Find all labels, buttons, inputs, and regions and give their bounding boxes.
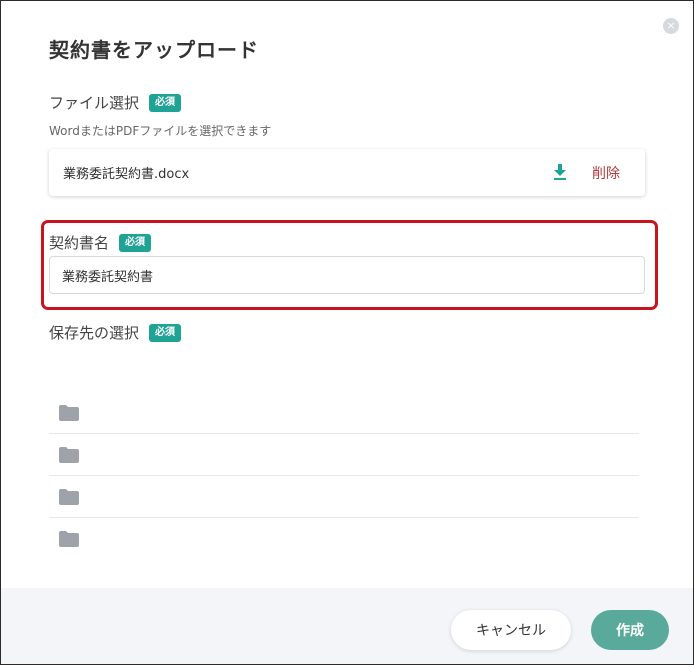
folder-icon xyxy=(59,447,79,463)
selected-file-card: 業務委託契約書.docx 削除 xyxy=(49,149,645,196)
download-icon[interactable] xyxy=(553,164,567,180)
folder-item[interactable] xyxy=(49,476,639,518)
folder-item[interactable] xyxy=(49,392,639,434)
file-select-label-row: ファイル選択 必須 xyxy=(49,92,182,113)
required-badge: 必須 xyxy=(149,93,182,112)
file-select-label: ファイル選択 xyxy=(49,94,140,112)
dialog-footer xyxy=(1,588,693,664)
folder-icon xyxy=(59,531,79,547)
cancel-button[interactable]: キャンセル xyxy=(451,610,571,650)
folder-icon xyxy=(59,405,79,421)
dialog-title: 契約書をアップロード xyxy=(49,38,259,62)
file-select-hint: WordまたはPDFファイルを選択できます xyxy=(49,124,272,138)
required-badge: 必須 xyxy=(149,323,182,342)
folder-icon xyxy=(59,489,79,505)
create-button[interactable]: 作成 xyxy=(591,610,669,650)
delete-file-button[interactable]: 削除 xyxy=(592,163,620,183)
required-badge: 必須 xyxy=(119,233,152,252)
destination-label-row: 保存先の選択 必須 xyxy=(49,322,182,343)
folder-item[interactable] xyxy=(49,434,639,476)
contract-name-label-row: 契約書名 必須 xyxy=(49,232,152,253)
upload-dialog: × 契約書をアップロード ファイル選択 必須 WordまたはPDFファイルを選択… xyxy=(0,0,694,665)
destination-label: 保存先の選択 xyxy=(49,324,140,342)
folder-item[interactable] xyxy=(49,518,639,559)
close-icon[interactable]: × xyxy=(663,18,679,34)
selected-file-name: 業務委託契約書.docx xyxy=(63,167,190,182)
contract-name-input[interactable] xyxy=(49,256,645,294)
contract-name-label: 契約書名 xyxy=(49,234,110,252)
